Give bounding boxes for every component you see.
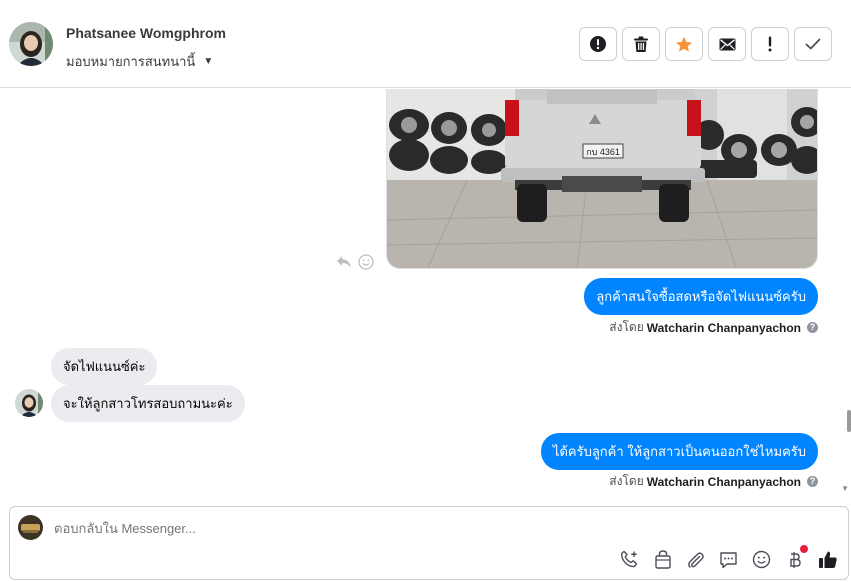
baht-icon[interactable] [784, 545, 808, 570]
reply-input[interactable] [54, 521, 754, 536]
reply-composer [9, 506, 849, 580]
delete-button[interactable] [622, 27, 660, 61]
contact-name[interactable]: Phatsanee Womgphrom [66, 25, 226, 41]
star-button[interactable] [665, 27, 703, 61]
spam-button[interactable] [579, 27, 617, 61]
reply-icon[interactable] [336, 255, 352, 269]
thumbs-up-icon[interactable] [817, 549, 838, 570]
sender-name[interactable]: Watcharin Chanpanyachon [647, 321, 801, 335]
message-bubble-incoming[interactable]: จัดไฟแนนซ์ค่ะ [51, 348, 158, 385]
caret-down-icon: ▼ [203, 56, 214, 67]
done-button[interactable] [794, 27, 832, 61]
page-avatar [18, 515, 43, 540]
message-bubble-outgoing[interactable]: ได้ครับลูกค้า ให้ลูกสาวเป็นคนออกใช่ไหมคร… [540, 433, 818, 470]
attached-photo[interactable]: กบ 4361 [386, 89, 818, 269]
assign-label: มอบหมายการสนทนานี้ [66, 54, 196, 69]
help-icon[interactable]: ? [807, 476, 818, 487]
assign-conversation-dropdown[interactable]: มอบหมายการสนทนานี้ ▼ [66, 51, 213, 72]
composer-tools [619, 545, 838, 570]
envelope-icon [719, 38, 735, 50]
message-bubble-outgoing[interactable]: ลูกค้าสนใจซื้อสดหรือจัดไฟแนนซ์ครับ [584, 278, 818, 315]
trash-icon [634, 36, 648, 52]
conversation-actions [579, 27, 832, 61]
conversation-header: Phatsanee Womgphrom มอบหมายการสนทนานี้ ▼ [0, 0, 851, 88]
emoji-icon[interactable] [751, 549, 772, 570]
emoji-reaction-icon[interactable] [358, 254, 374, 270]
scroll-down-arrow-icon[interactable]: ▼ [841, 484, 849, 493]
scrollbar-thumb[interactable] [847, 410, 851, 432]
contact-avatar-small[interactable] [15, 389, 43, 417]
sender-name[interactable]: Watcharin Chanpanyachon [647, 475, 801, 489]
notification-dot [800, 545, 808, 553]
phone-plus-icon[interactable] [619, 549, 640, 570]
sent-by-label: ส่งโดย Watcharin Chanpanyachon ? [609, 472, 818, 491]
alert-circle-icon [590, 36, 606, 52]
license-plate: กบ 4361 [586, 147, 620, 157]
message-thread: กบ 4361 ลูกค้าสนใจซื้อสดหรือจัดไฟแนนซ์คร… [0, 89, 851, 504]
sent-by-prefix: ส่งโดย [609, 474, 644, 488]
paperclip-icon[interactable] [685, 549, 706, 570]
saved-reply-icon[interactable] [718, 549, 739, 570]
shopping-bag-icon[interactable] [652, 549, 673, 570]
mark-unread-button[interactable] [708, 27, 746, 61]
photo-message-tools [336, 254, 374, 270]
sent-by-label: ส่งโดย Watcharin Chanpanyachon ? [609, 318, 818, 337]
exclamation-icon [768, 36, 772, 52]
help-icon[interactable]: ? [807, 322, 818, 333]
check-icon [805, 38, 821, 50]
follow-up-button[interactable] [751, 27, 789, 61]
contact-avatar[interactable] [9, 22, 53, 66]
star-icon [676, 36, 692, 52]
message-bubble-incoming[interactable]: จะให้ลูกสาวโทรสอบถามนะค่ะ [51, 385, 245, 422]
sent-by-prefix: ส่งโดย [609, 320, 644, 334]
